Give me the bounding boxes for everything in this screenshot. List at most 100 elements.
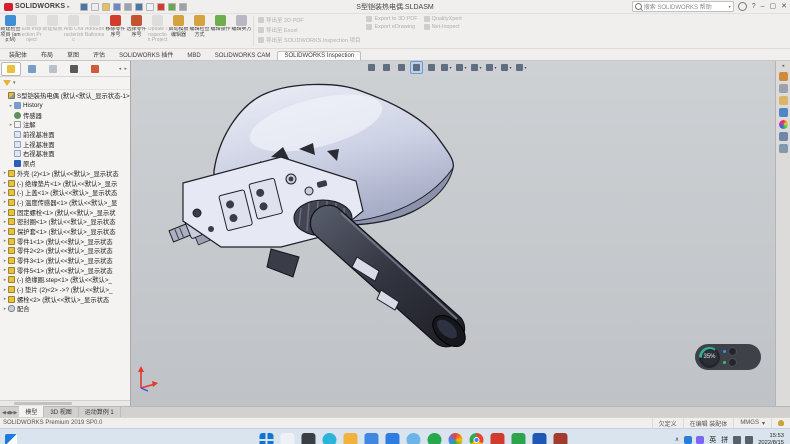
options-icon[interactable] (179, 3, 187, 11)
tab-MBD[interactable]: MBD (180, 51, 207, 60)
cast-tray-icon[interactable] (733, 436, 741, 444)
tree-horizontal-scrollbar[interactable] (0, 400, 130, 406)
status-notifications[interactable] (771, 418, 790, 428)
dropdown-arrow-icon[interactable]: ▾ (524, 65, 526, 70)
print-icon[interactable] (124, 3, 132, 11)
previous-view-icon[interactable] (395, 61, 408, 74)
doc-tab-模型[interactable]: 模型 (19, 406, 44, 417)
tree-item-plane[interactable]: 右视基准面 (0, 149, 130, 159)
zoom-area-icon[interactable] (380, 61, 393, 74)
notifications-icon[interactable] (778, 420, 784, 426)
tree-item-part[interactable]: ▸零件2<2> (默认<<默认>_显示状态 (0, 246, 130, 256)
hide-show-items-icon[interactable]: ▾ (470, 61, 483, 74)
ribbon-button[interactable]: 新建检查项目 (amp;M) (0, 14, 21, 48)
tab-布局[interactable]: 布局 (34, 48, 60, 60)
ime-english-indicator[interactable]: 英 (709, 435, 716, 444)
save-icon[interactable] (113, 3, 121, 11)
view-orientation-icon[interactable] (410, 61, 423, 74)
dropdown-arrow-icon[interactable]: ▾ (449, 65, 451, 70)
ribbon-button[interactable]: 编辑检查方式 (189, 14, 210, 48)
tree-item-plane[interactable]: 上视基准面 (0, 139, 130, 149)
doc-tab-3D 视图[interactable]: 3D 视图 (44, 406, 78, 417)
doc-tab-运动算例 1[interactable]: 运动算例 1 (79, 406, 121, 417)
filter-icon[interactable] (3, 80, 11, 86)
section-view-icon[interactable] (425, 61, 438, 74)
file-properties-icon[interactable] (168, 3, 176, 11)
open-icon[interactable] (102, 3, 110, 11)
tree-item-plane[interactable]: 前视基准面 (0, 130, 130, 140)
display-style-icon[interactable]: ▾ (455, 61, 468, 74)
recorder-overlay[interactable]: 35% (695, 344, 761, 370)
tree-item-part[interactable]: ▸固定螺栓<1> (默认<<默认>_显示状 (0, 207, 130, 217)
overlay-button-top[interactable] (728, 347, 737, 356)
widgets-icon[interactable] (5, 434, 17, 444)
login-icon[interactable] (738, 2, 747, 11)
design-library-icon[interactable] (779, 84, 788, 93)
edit-appearance-icon[interactable]: ▾ (485, 61, 498, 74)
word-icon[interactable] (532, 433, 546, 444)
dropdown-arrow-icon[interactable]: ▾ (464, 65, 466, 70)
360-browser-icon[interactable] (427, 433, 441, 444)
filter-dropdown-icon[interactable]: ▾ (13, 80, 16, 86)
view-palette-icon[interactable] (779, 108, 788, 117)
rebuild-icon[interactable] (157, 3, 165, 11)
translate-tray-icon[interactable] (684, 436, 692, 444)
panel-tab-scroll-arrows[interactable]: ◂ ▸ (119, 66, 129, 72)
tree-item-part[interactable]: ▸密封圈<1> (默认<<默认>_显示状态 (0, 217, 130, 227)
assembly-3d-model[interactable] (131, 61, 775, 406)
annotation-views-icon[interactable]: ▾ (440, 61, 453, 74)
dropdown-arrow-icon[interactable]: ▾ (494, 65, 496, 70)
appearances-scenes-icon[interactable] (779, 120, 788, 129)
tab-评估[interactable]: 评估 (86, 48, 112, 60)
tree-item-part[interactable]: ▸(-) 温度传感器<1> (默认<<默认>_显 (0, 198, 130, 208)
tab-SOLIDWORKS Inspection[interactable]: SOLIDWORKS Inspection (277, 51, 361, 60)
tree-item-part[interactable]: ▸(-) 垫片 (2)<2> ->? (默认<<默认>_ (0, 285, 130, 295)
custom-properties-icon[interactable] (779, 132, 788, 141)
task-pane-collapse-icon[interactable]: ◂ (782, 63, 785, 69)
tree-item-origin[interactable]: 原点 (0, 159, 130, 169)
ribbon-button[interactable]: 编辑操作 (210, 14, 231, 48)
ime-pinyin-indicator[interactable]: 拼 (721, 435, 728, 444)
ribbon-button[interactable]: 移除零件序号 (105, 14, 126, 48)
tree-item-part[interactable]: ▸零件3<1> (默认<<默认>_显示状态 (0, 256, 130, 266)
close-button[interactable]: ✕ (781, 2, 787, 11)
tree-item-mates[interactable]: ▸配合 (0, 304, 130, 314)
apply-scene-icon[interactable]: ▾ (500, 61, 513, 74)
unit-dropdown-icon[interactable]: ▾ (762, 420, 765, 427)
wps-icon[interactable] (511, 433, 525, 444)
weather-icon[interactable] (406, 433, 420, 444)
help-button[interactable]: ? (752, 2, 756, 11)
dropdown-arrow-icon[interactable]: ▾ (509, 65, 511, 70)
tab-SOLIDWORKS 插件[interactable]: SOLIDWORKS 插件 (112, 48, 180, 60)
tab-装配体[interactable]: 装配体 (2, 48, 34, 60)
tree-item-part[interactable]: ▸(-) 绝缘圈.step<1> (默认<<默认>_ (0, 275, 130, 285)
overlay-button-bottom[interactable] (728, 358, 737, 367)
dropdown-arrow-icon[interactable]: ▾ (479, 65, 481, 70)
new-document-icon[interactable] (91, 3, 99, 11)
minimize-button[interactable]: – (761, 2, 765, 11)
start-icon[interactable] (259, 433, 273, 444)
tab-SOLIDWORKS CAM[interactable]: SOLIDWORKS CAM (208, 51, 278, 60)
zoom-fit-icon[interactable] (365, 61, 378, 74)
solidworks-logo[interactable]: SOLIDWORKS ▸ (0, 3, 74, 11)
search-dropdown-icon[interactable]: ▾ (729, 4, 731, 9)
tray-chevron-icon[interactable]: ∧ (675, 436, 679, 443)
store-icon[interactable] (385, 433, 399, 444)
tree-item-assembly[interactable]: S型铠装热电偶 (默认<默认_显示状态-1> (0, 91, 130, 101)
tree-item-part[interactable]: ▸螺栓<2> (默认<<默认>_显示状态 (0, 294, 130, 304)
tab-草图[interactable]: 草图 (60, 48, 86, 60)
chrome-icon[interactable] (469, 433, 483, 444)
tree-item-part[interactable]: ▸零件5<1> (默认<<默认>_显示状态 (0, 265, 130, 275)
volume-tray-icon[interactable] (745, 436, 753, 444)
tree-item-annotations[interactable]: ▸注解 (0, 120, 130, 130)
edge-icon[interactable] (322, 433, 336, 444)
undo-icon[interactable] (135, 3, 143, 11)
tree-item-part[interactable]: ▸(-) 上盖<1> (默认<<默认>_显示状态 (0, 188, 130, 198)
mail-icon[interactable] (364, 433, 378, 444)
solidworks-resources-icon[interactable] (779, 72, 788, 81)
dictionary-icon[interactable] (490, 433, 504, 444)
search-input[interactable]: 搜索 SOLIDWORKS 帮助 ▾ (632, 1, 734, 12)
dimxpertmanager-tab-icon[interactable] (64, 62, 84, 76)
browser-icon[interactable] (448, 433, 462, 444)
solidworks-taskbar-icon[interactable] (553, 433, 567, 444)
